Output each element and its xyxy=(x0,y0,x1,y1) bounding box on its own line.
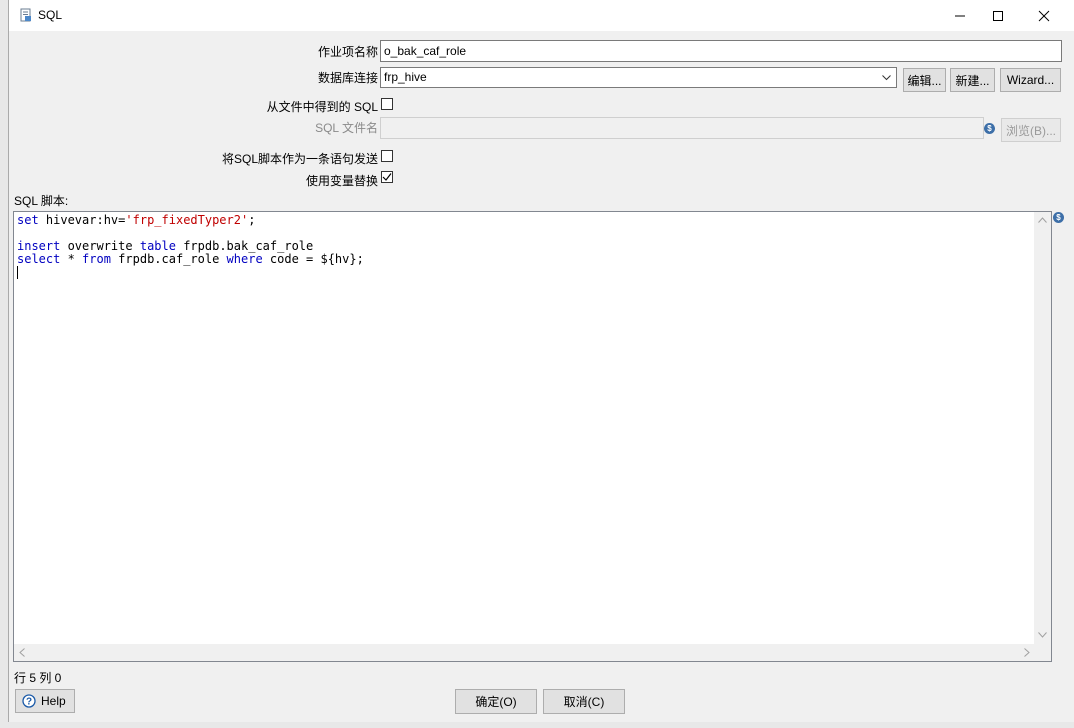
scroll-up-icon[interactable] xyxy=(1038,215,1047,226)
sql-filename-label: SQL 文件名 xyxy=(315,121,378,135)
code-line: select * from frpdb.caf_role where code … xyxy=(17,253,364,266)
scroll-left-icon[interactable] xyxy=(19,648,25,660)
send-as-single-checkbox[interactable] xyxy=(381,150,393,162)
browse-button[interactable]: 浏览(B)... xyxy=(1001,118,1061,142)
code-keyword: table xyxy=(139,239,176,253)
job-name-label: 作业项名称 xyxy=(317,45,378,59)
db-connection-label: 数据库连接 xyxy=(317,71,378,85)
close-icon xyxy=(1038,10,1050,21)
code-text: hivevar:hv= xyxy=(38,213,126,227)
code-keyword: insert xyxy=(17,239,61,253)
code-text: * xyxy=(60,252,83,266)
variable-icon: $ xyxy=(984,123,995,134)
sql-from-file-checkbox[interactable] xyxy=(381,98,393,110)
sql-dialog: SQL 作业项名称 o_bak_caf_role 数据库连接 frp_hive … xyxy=(8,0,1074,722)
variable-substitution-checkbox[interactable] xyxy=(381,171,393,183)
maximize-button[interactable] xyxy=(975,0,1021,31)
maximize-icon xyxy=(993,10,1003,21)
send-as-single-label: 将SQL脚本作为一条语句发送 xyxy=(221,152,378,166)
new-connection-button[interactable]: 新建... xyxy=(950,68,995,92)
scrollbar-corner xyxy=(1034,644,1051,661)
code-keyword: set xyxy=(17,213,39,227)
window-title: SQL xyxy=(38,8,63,22)
job-name-input[interactable]: o_bak_caf_role xyxy=(380,40,1062,62)
scroll-down-icon[interactable] xyxy=(1038,630,1047,641)
help-button[interactable]: ? Help xyxy=(15,689,75,713)
db-connection-value: frp_hive xyxy=(384,70,427,84)
wizard-button[interactable]: Wizard... xyxy=(1000,68,1061,92)
close-button[interactable] xyxy=(1021,0,1067,31)
sql-from-file-label: 从文件中得到的 SQL xyxy=(266,100,378,114)
code-line xyxy=(17,266,364,279)
edit-connection-button[interactable]: 编辑... xyxy=(903,68,946,92)
text-caret xyxy=(17,266,18,279)
svg-text:?: ? xyxy=(26,697,32,708)
code-line: set hivevar:hv='frp_fixedTyper2'; xyxy=(17,214,364,227)
cursor-position: 行 5 列 0 xyxy=(14,671,62,685)
scroll-right-icon[interactable] xyxy=(1024,648,1030,660)
db-connection-select[interactable]: frp_hive xyxy=(380,67,897,88)
chevron-down-icon xyxy=(878,69,894,87)
code-string: 'frp_fixedTyper2' xyxy=(125,213,249,227)
code-text: ; xyxy=(248,213,256,227)
code-keyword: where xyxy=(226,252,263,266)
minimize-icon xyxy=(955,15,965,16)
code-text: frpdb.bak_caf_role xyxy=(175,239,314,253)
horizontal-scrollbar[interactable] xyxy=(14,644,1035,661)
sql-code[interactable]: set hivevar:hv='frp_fixedTyper2'; insert … xyxy=(17,214,364,279)
help-icon: ? xyxy=(22,694,36,708)
variable-substitution-label: 使用变量替换 xyxy=(305,174,378,188)
sql-script-label: SQL 脚本: xyxy=(14,194,69,208)
sql-script-editor[interactable]: set hivevar:hv='frp_fixedTyper2'; insert … xyxy=(13,211,1052,662)
sql-script-icon xyxy=(20,8,31,22)
sql-filename-input[interactable] xyxy=(380,117,984,139)
code-keyword: from xyxy=(82,252,111,266)
code-keyword: select xyxy=(17,252,61,266)
cancel-button[interactable]: 取消(C) xyxy=(543,689,625,714)
script-variable-icon: $ xyxy=(1053,212,1064,223)
code-text: frpdb.caf_role xyxy=(110,252,227,266)
ok-button[interactable]: 确定(O) xyxy=(455,689,537,714)
code-text: overwrite xyxy=(60,239,140,253)
help-button-label: Help xyxy=(41,694,66,708)
title-bar: SQL xyxy=(9,0,1074,31)
checkmark-icon xyxy=(382,173,392,181)
code-text: code = ${hv}; xyxy=(262,252,364,266)
vertical-scrollbar[interactable] xyxy=(1034,212,1051,644)
